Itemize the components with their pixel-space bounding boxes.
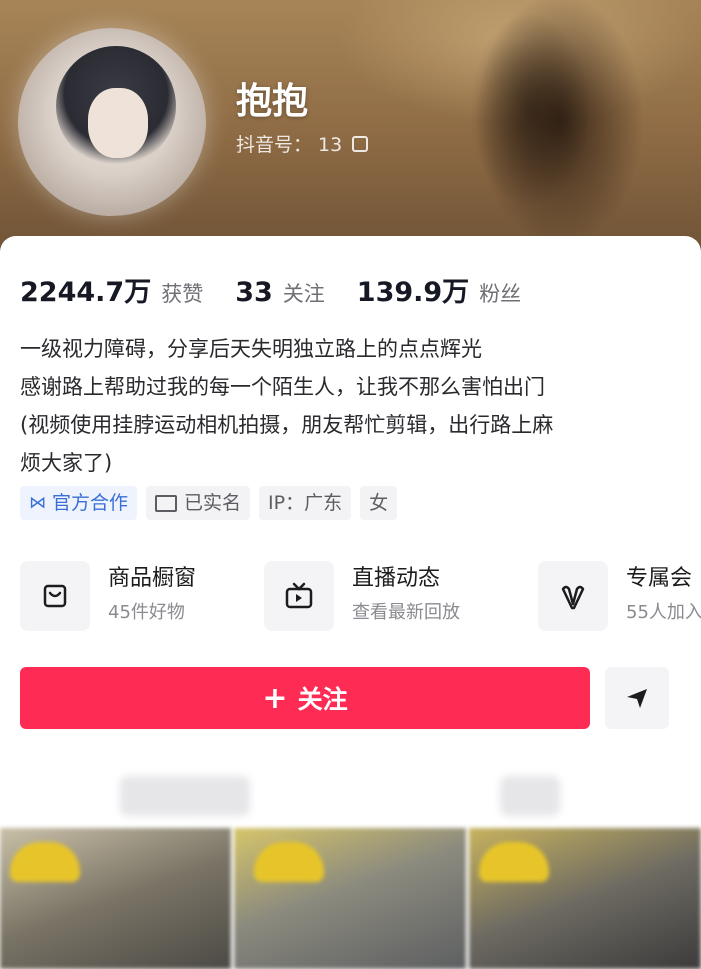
stat-followers[interactable]: 139.9万 粉丝 [357, 270, 521, 309]
service-subtitle: 55人加入 [626, 602, 701, 623]
video-thumbnail[interactable] [0, 828, 231, 969]
tab-likes[interactable] [500, 776, 560, 816]
plus-icon: + [262, 680, 288, 716]
service-subtitle: 45件好物 [108, 602, 185, 623]
bio: 一级视力障碍，分享后天失明独立路上的点点辉光 感谢路上帮助过我的每一个陌生人，让… [20, 330, 680, 482]
copy-icon[interactable] [352, 136, 369, 152]
stats-row: 2244.7万 获赞 33 关注 139.9万 粉丝 [20, 270, 553, 309]
tv-icon [264, 561, 334, 631]
video-thumbnail[interactable] [469, 828, 701, 969]
avatar[interactable] [18, 28, 206, 216]
stat-value: 33 [235, 277, 273, 308]
service-live[interactable]: 直播动态 查看最新回放 [264, 558, 460, 634]
service-title: 专属会 [626, 566, 693, 591]
service-title: 商品橱窗 [108, 566, 197, 591]
content-tabs [0, 766, 701, 826]
shop-window-icon [20, 561, 90, 631]
stat-following[interactable]: 33 关注 [235, 277, 325, 308]
send-icon [627, 689, 647, 708]
bio-line: 感谢路上帮助过我的每一个陌生人，让我不那么害怕出门 [20, 375, 545, 399]
bio-line: (视频使用挂脖运动相机拍摄，朋友帮忙剪辑，出行路上麻 [20, 413, 554, 437]
profile-cover: 抱抱 抖音号： 13 [0, 0, 701, 260]
cover-image [430, 0, 630, 240]
service-subtitle: 查看最新回放 [352, 602, 460, 623]
stat-value: 139.9万 [356, 277, 470, 308]
tag-label: 女 [369, 492, 389, 514]
stat-label: 关注 [282, 282, 325, 306]
follow-button[interactable]: + 关注 [20, 667, 590, 729]
video-thumbnail[interactable] [234, 828, 466, 969]
stat-label: 获赞 [161, 282, 204, 306]
tag-label: 官方合作 [52, 492, 129, 514]
follow-label: 关注 [297, 685, 348, 714]
service-fan-club[interactable]: 专属会 55人加入 [538, 558, 701, 634]
tag-ip: IP：广东 [259, 486, 352, 520]
tag-label: IP：广东 [268, 492, 343, 514]
stat-likes[interactable]: 2244.7万 获赞 [20, 270, 203, 309]
tag-verified[interactable]: 已实名 [146, 486, 251, 520]
service-entries: 商品橱窗 45件好物 直播动态 查看最新回放 专属会 55人加入 [20, 558, 701, 634]
tag-official-partner[interactable]: ⋈ 官方合作 [20, 486, 138, 520]
tag-label: 已实名 [184, 492, 242, 514]
heart-v-icon [538, 561, 608, 631]
account-id-row[interactable]: 抖音号： 13 [236, 130, 369, 157]
profile-tags: ⋈ 官方合作 已实名 IP：广东 女 [20, 486, 406, 520]
stat-value: 2244.7万 [20, 277, 152, 308]
bio-line: 一级视力障碍，分享后天失明独立路上的点点辉光 [20, 337, 482, 361]
handshake-icon: ⋈ [29, 493, 46, 513]
tab-works[interactable] [120, 776, 250, 816]
share-button[interactable] [605, 667, 669, 729]
account-id: 抖音号： 13 [236, 134, 343, 156]
video-grid [0, 828, 701, 969]
profile-card: 2244.7万 获赞 33 关注 139.9万 粉丝 一级视力障碍，分享后天失明… [0, 236, 701, 969]
service-title: 直播动态 [352, 566, 441, 591]
tag-gender: 女 [360, 486, 398, 520]
id-card-icon [155, 494, 178, 512]
display-name: 抱抱 [236, 81, 309, 122]
bio-line: 烦大家了) [20, 451, 113, 475]
service-shop-window[interactable]: 商品橱窗 45件好物 [20, 558, 196, 634]
stat-label: 粉丝 [479, 282, 522, 306]
